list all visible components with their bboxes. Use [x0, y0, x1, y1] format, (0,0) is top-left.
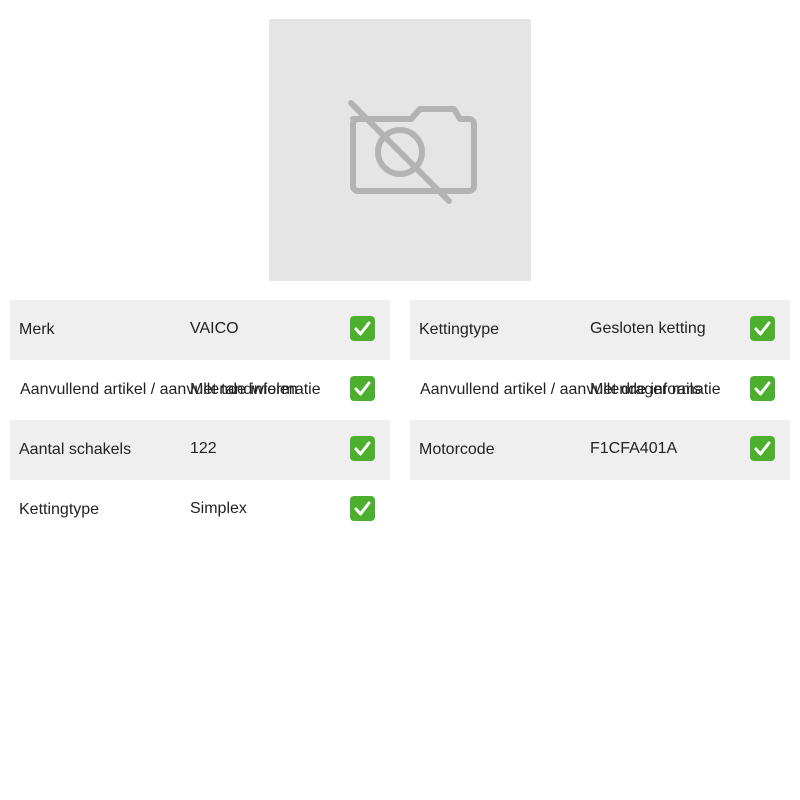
no-photo-icon [348, 100, 477, 204]
spec-row: Aanvullend artikel / aanvullende informa… [10, 360, 390, 420]
spec-value: Met tandwielen [190, 381, 298, 398]
specs-table-right: Kettingtype Gesloten ketting Aanvullend … [410, 300, 790, 480]
spec-label: Kettingtype [19, 501, 100, 518]
spec-row: Aantal schakels 122 [10, 420, 390, 480]
spec-label: Aantal schakels [19, 441, 132, 458]
check-mark-icon [750, 436, 775, 461]
spec-row: Kettingtype Simplex [10, 480, 390, 540]
spec-label: Motorcode [419, 441, 495, 458]
spec-value: 122 [190, 440, 217, 457]
check-mark-icon [350, 496, 375, 521]
spec-value: Gesloten ketting [590, 320, 706, 337]
spec-value: Met drager rails [590, 381, 702, 398]
spec-label: Merk [19, 321, 55, 338]
spec-row: Motorcode F1CFA401A [410, 420, 790, 480]
spec-row: Merk VAICO [10, 300, 390, 360]
check-mark-icon [350, 436, 375, 461]
check-mark-icon [350, 316, 375, 341]
product-image-placeholder [269, 19, 531, 281]
check-mark-icon [750, 316, 775, 341]
spec-value: Simplex [190, 500, 247, 517]
spec-label: Kettingtype [419, 321, 500, 338]
check-mark-icon [350, 376, 375, 401]
check-mark-icon [750, 376, 775, 401]
spec-row: Kettingtype Gesloten ketting [410, 300, 790, 360]
spec-value: F1CFA401A [590, 440, 678, 457]
spec-row: Aanvullend artikel / aanvullende informa… [410, 360, 790, 420]
spec-value: VAICO [190, 320, 239, 337]
product-detail-page: Merk VAICO Aanvullend artikel / aanvulle… [0, 0, 800, 800]
specs-table-left: Merk VAICO Aanvullend artikel / aanvulle… [10, 300, 390, 540]
